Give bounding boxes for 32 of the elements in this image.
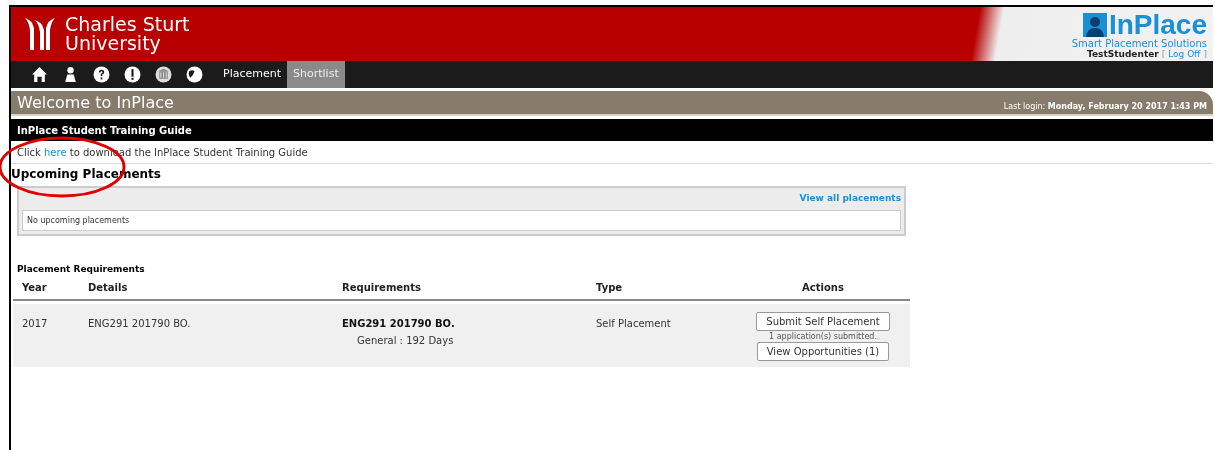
column-header: Requirements — [342, 281, 422, 295]
last-login-text: Last login: Monday, February 20 2017 1:43 PM — [1003, 101, 1207, 113]
column-header: Actions — [801, 281, 845, 295]
nav-tab[interactable]: Placement — [217, 61, 287, 88]
type-cell-text: Self Placement — [596, 316, 672, 331]
guide-title: InPlace Student Training Guide — [17, 123, 192, 138]
view-all-link[interactable]: View all placements — [799, 192, 901, 206]
empty-message: No upcoming placements — [27, 214, 130, 227]
year-cell-text: 2017 — [22, 316, 49, 331]
details-cell-text: ENG291 201790 BO. — [88, 316, 192, 331]
requirement-detail: General : 192 Days — [356, 333, 454, 348]
university-name: Charles Sturt — [65, 15, 190, 34]
university-logo-icon — [23, 16, 57, 52]
nav-tab[interactable]: Shortlist — [287, 61, 345, 88]
column-header: Details — [88, 281, 129, 295]
download-link[interactable]: here — [44, 146, 67, 158]
action-button[interactable]: View Opportunities (1) — [756, 341, 890, 361]
username: TestStudenter — [1087, 48, 1159, 59]
requirement-code: ENG291 201790 BO. — [342, 316, 455, 331]
bracket: ] — [1203, 48, 1207, 59]
bracket: [ — [1161, 48, 1166, 59]
action-button[interactable]: Submit Self Placement — [756, 311, 890, 331]
brand-tagline: Smart Placement Solutions — [1071, 37, 1207, 49]
section-title: Placement Requirements — [16, 263, 146, 276]
university-name: University — [65, 34, 162, 53]
page-title: Welcome to InPlace — [17, 91, 174, 114]
column-header: Type — [596, 281, 624, 295]
brand-name: InPlace — [1108, 11, 1207, 38]
logoff-link[interactable]: Log Off — [1168, 48, 1201, 59]
brand-person-icon — [1082, 12, 1107, 37]
column-header: Year — [22, 281, 48, 295]
action-note: 1 application(s) submitted. — [769, 331, 877, 341]
